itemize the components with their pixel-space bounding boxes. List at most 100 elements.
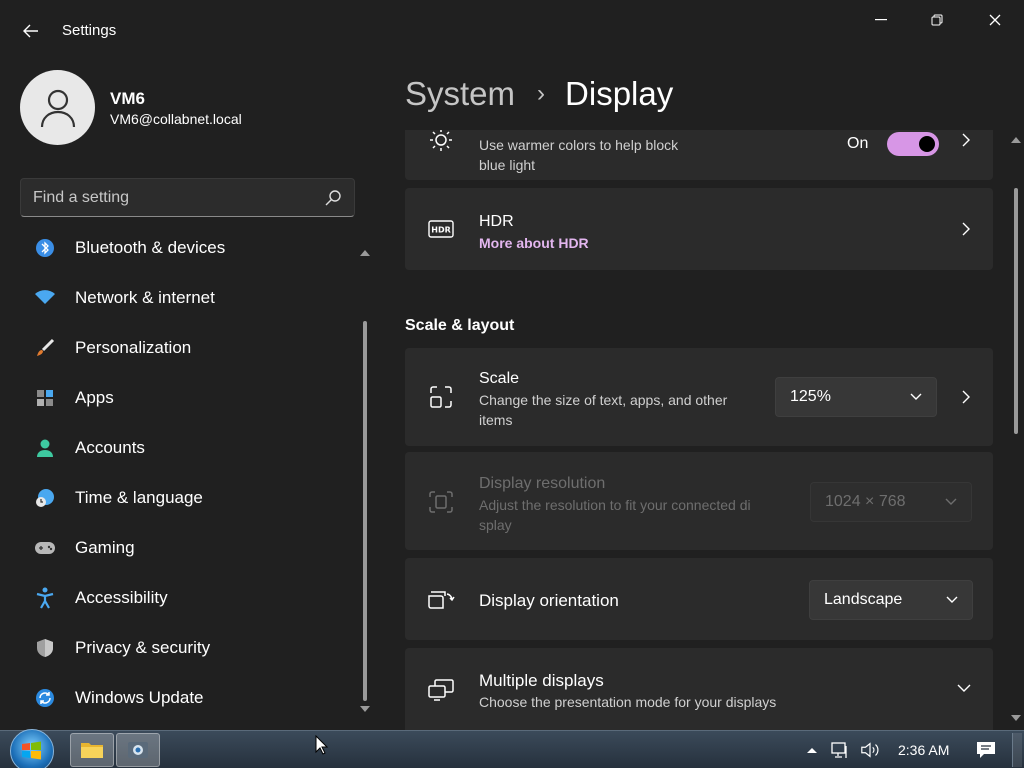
section-title: Scale & layout [405,317,515,334]
sidebar-item-accounts[interactable]: Accounts [20,428,350,468]
back-arrow-icon [23,24,38,38]
sidebar-item-label: Windows Update [75,688,204,707]
bluetooth-icon [34,237,56,259]
sidebar-scroll-thumb[interactable] [363,321,367,701]
network-icon[interactable] [830,740,850,760]
app-title: Settings [62,22,117,39]
scroll-up-arrow-icon[interactable] [359,249,371,257]
shield-icon [34,637,56,659]
restore-icon [931,14,943,26]
back-button[interactable] [16,16,46,46]
multiple-displays-title: Multiple displays [479,671,604,690]
accessibility-icon [34,587,56,609]
scale-description-line1: Change the size of text, apps, and other [479,392,728,408]
search-box[interactable] [20,178,355,217]
scale-card[interactable]: Scale Change the size of text, apps, and… [405,348,993,446]
accounts-icon [34,437,56,459]
file-explorer-icon [81,743,103,758]
taskbar-clock[interactable]: 2:36 AM [898,742,949,758]
minimize-button[interactable] [858,5,904,35]
start-button[interactable] [10,729,54,768]
display-resolution-card: Display resolution Adjust the resolution… [405,452,993,550]
sidebar-item-label: Personalization [75,338,192,357]
chevron-down-icon [946,596,958,603]
sidebar-item-privacy-security[interactable]: Privacy & security [20,628,350,668]
sidebar-item-bluetooth[interactable]: Bluetooth & devices [20,230,350,268]
breadcrumb: System › Display [405,72,673,116]
main-content: Use warmer colors to help block blue lig… [405,130,1005,730]
taskbar-file-explorer[interactable] [70,733,114,767]
orientation-dropdown[interactable]: Landscape [809,580,973,620]
scale-dropdown-value: 125% [790,388,831,405]
sidebar-item-label: Privacy & security [75,638,211,657]
toggle-state-label: On [847,135,869,152]
sidebar-scrollbar[interactable] [357,245,373,717]
sidebar-item-label: Time & language [75,488,203,507]
sidebar-item-gaming[interactable]: Gaming [20,528,350,568]
sidebar-item-label: Network & internet [75,288,215,307]
display-orientation-card[interactable]: Display orientation Landscape [405,558,993,640]
chevron-right-icon [962,390,970,404]
chevron-down-icon [910,393,922,400]
scroll-up-arrow-icon[interactable] [1010,136,1022,144]
show-desktop-button[interactable] [1012,733,1022,767]
night-light-toggle[interactable] [887,132,939,156]
chevron-down-icon [957,684,971,692]
hdr-link[interactable]: More about HDR [479,233,589,253]
scale-dropdown[interactable]: 125% [775,377,937,417]
page-title: Display [565,75,674,112]
orientation-icon [427,586,455,614]
multiple-displays-icon [427,676,455,704]
volume-icon[interactable] [860,740,880,760]
orientation-dropdown-value: Landscape [824,591,903,608]
chevron-down-icon [945,498,957,505]
settings-app-icon [128,742,148,758]
taskbar-settings-app[interactable] [116,733,160,767]
sidebar-item-accessibility[interactable]: Accessibility [20,578,350,618]
user-name: VM6 [110,89,145,108]
breadcrumb-separator: › [537,80,546,107]
show-hidden-icons-icon[interactable] [802,740,822,760]
title-bar: Settings [0,0,1024,60]
time-language-icon [34,487,56,509]
multiple-displays-description: Choose the presentation mode for your di… [479,694,777,710]
apps-icon [34,387,56,409]
scroll-down-arrow-icon[interactable] [1010,714,1022,722]
sidebar-item-label: Accessibility [75,588,168,607]
sidebar-item-apps[interactable]: Apps [20,378,350,418]
close-icon [989,14,1001,26]
search-icon[interactable] [324,189,342,207]
display-resolution-description-line1: Adjust the resolution to fit your connec… [479,497,751,513]
close-button[interactable] [972,5,1018,35]
night-light-description-line2: blue light [479,157,536,173]
night-light-card[interactable]: Use warmer colors to help block blue lig… [405,130,993,180]
scale-description-line2: items [479,412,513,428]
sidebar-item-windows-update[interactable]: Windows Update [20,678,350,718]
search-input[interactable] [33,187,313,209]
scroll-down-arrow-icon[interactable] [359,705,371,713]
sidebar-item-time-language[interactable]: Time & language [20,478,350,518]
gamepad-icon [34,537,56,559]
multiple-displays-card[interactable]: Multiple displays Choose the presentatio… [405,648,993,730]
sidebar-item-label: Bluetooth & devices [75,238,226,257]
brightness-icon [427,130,455,154]
sidebar-item-personalization[interactable]: Personalization [20,328,350,368]
hdr-card[interactable]: HDR HDR More about HDR [405,188,993,270]
night-light-description-line1: Use warmer colors to help block [479,137,679,153]
restore-button[interactable] [914,5,960,35]
display-orientation-title: Display orientation [479,591,619,610]
breadcrumb-parent[interactable]: System [405,75,515,113]
sidebar-nav: Bluetooth & devices Network & internet P… [0,230,360,730]
scale-title: Scale [479,370,520,387]
chevron-right-icon [962,222,970,236]
sidebar-item-network[interactable]: Network & internet [20,278,350,318]
update-icon [34,687,56,709]
resolution-dropdown-value: 1024 × 768 [825,493,906,510]
action-center-icon[interactable] [976,740,996,760]
display-resolution-title: Display resolution [479,475,606,492]
main-scroll-thumb[interactable] [1014,188,1018,434]
hdr-title: HDR [479,213,514,230]
main-scrollbar[interactable] [1008,130,1024,730]
person-icon [40,89,75,127]
avatar[interactable] [20,70,95,145]
